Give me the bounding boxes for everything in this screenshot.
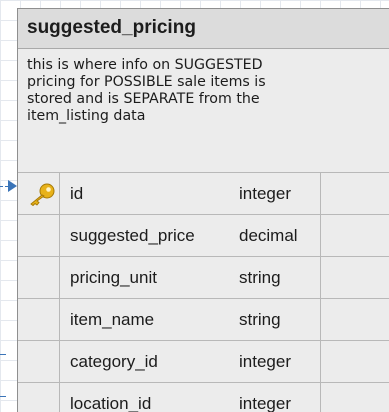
entity-table[interactable]: suggested_pricing this is where info on … bbox=[17, 8, 389, 412]
column-name: category_id bbox=[70, 352, 158, 371]
diagram-canvas: suggested_pricing this is where info on … bbox=[0, 0, 389, 412]
column-row-category-id[interactable]: category_id integer bbox=[18, 341, 389, 383]
column-name: pricing_unit bbox=[70, 268, 157, 287]
column-type: string bbox=[239, 310, 281, 329]
column-list: id integer suggested_price decimal prici… bbox=[18, 173, 389, 412]
relationship-arrow-head bbox=[8, 180, 17, 192]
relationship-connector-id bbox=[0, 186, 8, 187]
column-name: item_name bbox=[70, 310, 155, 329]
column-name: suggested_price bbox=[70, 226, 195, 245]
table-title[interactable]: suggested_pricing bbox=[18, 9, 389, 49]
column-type: integer bbox=[239, 184, 291, 203]
column-type: integer bbox=[239, 352, 291, 371]
column-row-pricing-unit[interactable]: pricing_unit string bbox=[18, 257, 389, 299]
column-type: decimal bbox=[239, 226, 298, 245]
column-name: location_id bbox=[70, 394, 152, 412]
column-row-location-id[interactable]: location_id integer bbox=[18, 383, 389, 412]
relationship-connector-location-id bbox=[0, 396, 6, 397]
table-description: this is where info on SUGGESTED pricing … bbox=[18, 49, 389, 173]
column-row-id[interactable]: id integer bbox=[18, 173, 389, 215]
key-icon bbox=[30, 183, 55, 206]
column-row-suggested-price[interactable]: suggested_price decimal bbox=[18, 215, 389, 257]
column-type: string bbox=[239, 268, 281, 287]
column-type: integer bbox=[239, 394, 291, 412]
relationship-connector-category-id bbox=[0, 354, 6, 355]
column-row-item-name[interactable]: item_name string bbox=[18, 299, 389, 341]
column-name: id bbox=[70, 184, 84, 203]
